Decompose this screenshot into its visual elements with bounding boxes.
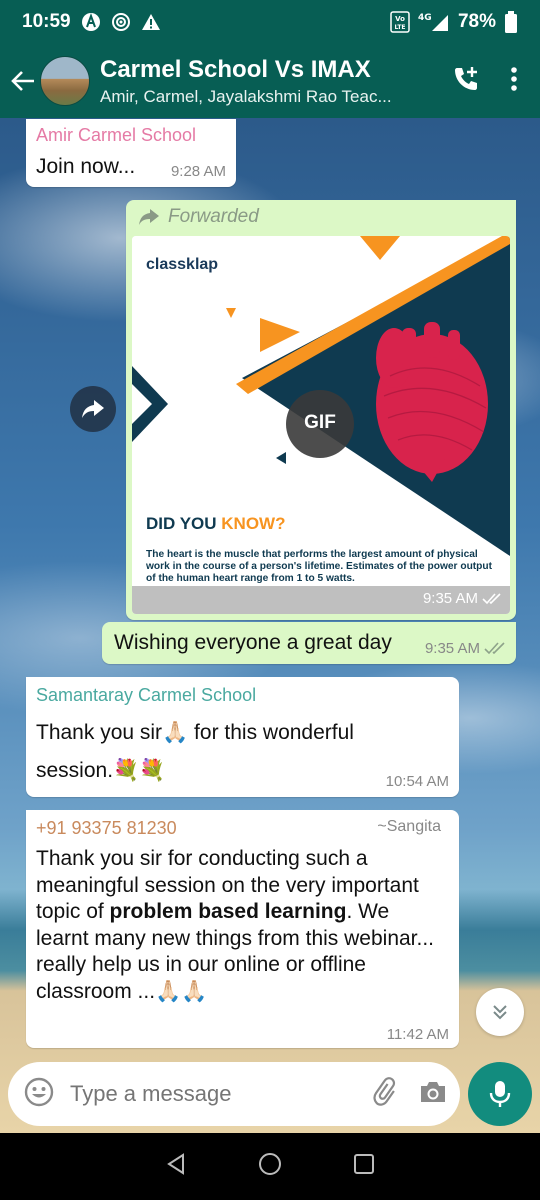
message-meta: 9:35 AM [425,640,506,657]
svg-text:Vo: Vo [395,15,405,23]
gif-badge[interactable]: GIF [288,412,352,434]
message-incoming[interactable]: +91 93375 81230 ~Sangita Thank you sir f… [26,810,459,1048]
headline-accent: KNOW? [221,514,286,533]
emoji: 🙏🏻🙏🏻 [155,979,208,1003]
battery-icon [504,11,518,33]
volte-icon: Vo LTE [390,11,410,33]
nav-home-icon [258,1153,281,1175]
status-bar: 10:59 Vo LTE 4G 78% [0,0,540,44]
text-part: for this wonderful [188,721,354,744]
status-time: 10:59 [22,11,71,32]
double-check-icon [482,592,501,604]
menu-button[interactable] [510,66,518,97]
message-text-line1: Thank you sir🙏🏻 for this wonderful [36,719,354,746]
emoji: 💐💐 [113,759,166,782]
gif-headline: DID YOU KNOW? [146,514,285,534]
message-time: 10:54 AM [385,773,449,790]
nav-back-icon [167,1153,185,1175]
chat-header: Carmel School Vs IMAX Amir, Carmel, Jaya… [0,44,540,118]
message-input[interactable] [70,1081,358,1107]
message-incoming[interactable]: Amir Carmel School Join now... 9:28 AM [26,119,236,187]
add-call-button[interactable] [452,65,480,98]
group-avatar[interactable] [40,56,90,106]
svg-text:LTE: LTE [394,24,405,31]
gif-fact-text: The heart is the muscle that performs th… [146,549,493,584]
message-time: 11:42 AM [386,1026,449,1043]
headline-part: DID YOU [146,514,222,533]
double-chevron-down-icon [493,1005,507,1020]
double-check-icon [484,642,505,655]
more-vert-icon [511,66,517,91]
gif-media[interactable]: classklap GIF DID YOU KNOW? The heart is… [132,236,510,614]
message-time: 9:28 AM [170,163,226,180]
arrow-back-icon [11,71,34,91]
voice-record-button[interactable] [468,1062,532,1126]
battery-percent: 78% [457,11,496,32]
message-text: Join now... [36,155,136,178]
sender-phone: +91 93375 81230 [36,818,177,838]
message-composer [8,1062,460,1126]
paperclip-icon [373,1076,396,1106]
sender-push-name: ~Sangita [377,818,441,835]
text-bold: problem based learning [109,900,347,923]
emoji: 🙏🏻 [162,721,189,744]
message-text-line2: session.💐💐 [36,757,165,784]
warning-icon [141,12,161,32]
system-nav-bar [0,1133,540,1200]
chat-participants: Amir, Carmel, Jayalakshmi Rao Teac... [100,86,392,106]
microphone-icon [489,1081,511,1107]
scroll-down-button[interactable] [476,988,524,1036]
nav-back-button[interactable] [165,1153,187,1180]
share-arrow-icon [82,400,104,418]
message-outgoing[interactable]: Wishing everyone a great day 9:35 AM [102,622,516,664]
message-text: Wishing everyone a great day [114,631,392,654]
forwarded-icon [139,209,159,225]
emoji-icon [24,1077,54,1106]
signal-icon: 4G [418,11,450,33]
back-button[interactable] [0,68,40,94]
message-text: Thank you sir for conducting such a mean… [36,846,440,1005]
chat-info[interactable]: Carmel School Vs IMAX Amir, Carmel, Jaya… [100,56,452,107]
forwarded-label: Forwarded [168,206,259,227]
emoji-button[interactable] [24,1077,54,1112]
svg-text:4G: 4G [418,13,432,23]
sync-icon [111,12,131,32]
message-incoming[interactable]: Samantaray Carmel School Thank you sir🙏🏻… [26,677,459,797]
gif-timestamp: 9:35 AM [423,590,502,607]
sender-name: Samantaray Carmel School [36,685,257,705]
chat-title: Carmel School Vs IMAX [100,55,371,83]
attach-button[interactable] [372,1076,404,1113]
sender-name: Amir Carmel School [36,125,197,145]
message-time: 9:35 AM [422,590,478,607]
nav-recents-button[interactable] [353,1153,375,1180]
camera-button[interactable] [418,1079,448,1110]
message-time: 9:35 AM [424,640,480,657]
add-call-icon [455,66,477,90]
text-part: session. [36,759,114,782]
assistant-icon [81,12,101,32]
nav-recents-icon [353,1154,374,1174]
camera-icon [421,1081,445,1102]
nav-home-button[interactable] [258,1152,282,1181]
brand-logo: classklap [146,256,219,273]
share-button[interactable] [70,386,116,432]
text-part: Thank you sir [36,721,163,744]
